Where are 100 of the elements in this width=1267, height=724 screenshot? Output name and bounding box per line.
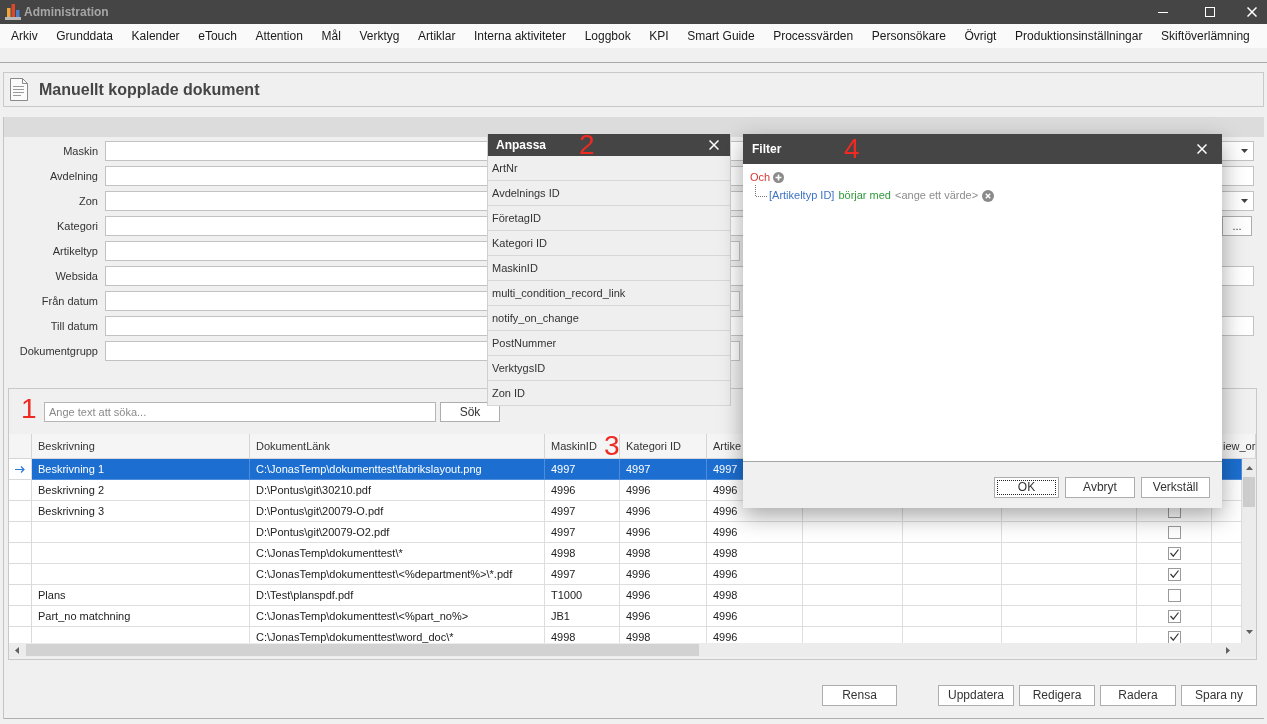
scroll-down-icon[interactable] (1245, 630, 1253, 634)
column-chooser-item[interactable]: PostNummer (488, 331, 730, 356)
form-label: Websida (55, 268, 98, 284)
column-chooser-item[interactable]: ArtNr (488, 156, 730, 181)
scrollbar-thumb[interactable] (26, 644, 699, 656)
form-label: Avdelning (49, 168, 98, 184)
action-button[interactable]: Verkställ (1141, 476, 1210, 498)
checkbox[interactable] (1167, 588, 1181, 602)
document-icon (10, 78, 28, 101)
menu-item[interactable]: Loggbok (580, 27, 635, 45)
close-icon (1246, 7, 1257, 17)
action-button[interactable]: OK (994, 476, 1059, 498)
table-row[interactable]: C:\JonasTemp\dokumenttest\* 4998 4998 4998 (9, 543, 1242, 564)
table-row[interactable]: Part_no matchning C:\JonasTemp\dokumenttest\<%part_no%> JB1 4996 4996 (9, 606, 1242, 627)
menu-item[interactable]: Mål (317, 27, 345, 45)
check-icon (1169, 570, 1179, 578)
table-row[interactable]: D:\Pontus\git\20079-O2.pdf 4997 4996 4996 (9, 522, 1242, 543)
menu-item[interactable]: Grunddata (52, 27, 117, 45)
add-icon[interactable] (773, 172, 785, 183)
action-button[interactable]: Avbryt (1065, 476, 1135, 498)
menu-item[interactable]: Processvärden (769, 27, 858, 45)
menu-item[interactable]: Verktyg (355, 27, 404, 45)
menu-item[interactable]: Produktionsinställningar (1011, 27, 1147, 45)
table-row[interactable]: C:\JonasTemp\dokumenttest\word_doc\* 4998 4998 4996 (9, 627, 1242, 643)
column-chooser-item[interactable]: notify_on_change (488, 306, 730, 331)
search-button[interactable]: Sök (440, 402, 500, 422)
menu-item[interactable]: Skiftöverlämning (1157, 27, 1254, 45)
window-title: Administration (24, 4, 109, 21)
scroll-left-icon[interactable] (15, 646, 19, 654)
column-chooser-item[interactable]: multi_condition_record_link (488, 281, 730, 306)
filter-field[interactable]: [Artikeltyp ID] (769, 189, 835, 202)
column-chooser-item[interactable]: MaskinID (488, 256, 730, 281)
checkbox[interactable] (1167, 546, 1181, 560)
table-row[interactable]: Plans D:\Test\planspdf.pdf T1000 4996 4998 (9, 585, 1242, 606)
scroll-right-icon[interactable] (1226, 646, 1230, 654)
form-label: Från datum (41, 293, 98, 309)
menu-item[interactable]: Attention (251, 27, 307, 45)
action-button[interactable]: Radera (1100, 684, 1176, 706)
dialog-title: Filter (752, 141, 782, 158)
filter-operator[interactable]: Och (750, 171, 771, 184)
dialog-title: Anpassa (496, 137, 547, 154)
column-chooser-item[interactable]: VerktygsID (488, 356, 730, 381)
form-label: Zon (79, 193, 98, 209)
column-header[interactable]: Kategori ID (620, 434, 707, 459)
menu-item[interactable]: Artiklar (414, 27, 460, 45)
menu-item[interactable]: Övrigt (960, 27, 1001, 45)
column-chooser-item[interactable]: Avdelnings ID (488, 181, 730, 206)
menu-item[interactable]: Smart Guide (683, 27, 759, 45)
close-button[interactable] (1195, 142, 1209, 156)
action-button[interactable]: Rensa (822, 684, 897, 706)
scroll-up-icon[interactable] (1245, 465, 1253, 470)
form-label: Kategori (57, 218, 98, 234)
close-button[interactable] (707, 138, 721, 152)
checkbox[interactable] (1167, 567, 1181, 581)
search-field[interactable]: Ange text att söka... (44, 402, 436, 422)
caret-icon (1241, 199, 1248, 203)
browse-button[interactable]: ... (1222, 216, 1252, 236)
remove-icon[interactable] (982, 189, 995, 202)
tree-connector (755, 185, 768, 197)
checkbox[interactable] (1167, 609, 1181, 623)
scrollbar-thumb[interactable] (1243, 477, 1255, 507)
checkbox[interactable] (1167, 525, 1181, 539)
menu-item[interactable]: eTouch (194, 27, 241, 45)
filter-value[interactable]: <ange ett värde> (895, 189, 979, 202)
action-button[interactable]: Redigera (1019, 684, 1095, 706)
menu-item[interactable]: KPI (645, 27, 673, 45)
check-icon (1169, 633, 1179, 641)
column-header[interactable]: DokumentLänk (250, 434, 545, 459)
annotation-number: 3 (604, 432, 620, 460)
vertical-scrollbar[interactable] (1242, 459, 1256, 643)
table-row[interactable]: C:\JonasTemp\dokumenttest\<%department%>\*.pdf 4997 4996 4996 (9, 564, 1242, 585)
check-icon (1169, 549, 1179, 557)
annotation-number: 2 (579, 131, 595, 159)
app-icon (5, 4, 21, 20)
menu-item[interactable]: Kalender (127, 27, 184, 45)
page-title: Manuellt kopplade dokument (39, 79, 260, 100)
form-label: Artikeltyp (52, 243, 98, 259)
annotation-number: 4 (844, 135, 860, 163)
maximize-icon (1205, 7, 1215, 17)
form-label: Dokumentgrupp (19, 343, 98, 359)
column-chooser-item[interactable]: Kategori ID (488, 231, 730, 256)
check-icon (1169, 612, 1179, 620)
arrow-icon (15, 465, 25, 473)
checkbox[interactable] (1167, 630, 1181, 643)
menu-item[interactable]: Interna aktiviteter (470, 27, 571, 45)
column-header[interactable]: Beskrivning (32, 434, 250, 459)
column-chooser-item[interactable]: FöretagID (488, 206, 730, 231)
filter-operation[interactable]: börjar med (838, 189, 891, 202)
horizontal-scrollbar[interactable] (9, 643, 1256, 657)
close-icon (709, 140, 719, 150)
menu-item[interactable]: Arkiv (7, 27, 42, 45)
form-label: Till datum (50, 318, 98, 334)
annotation-number: 1 (21, 395, 37, 423)
action-button[interactable]: Uppdatera (938, 684, 1014, 706)
minimize-icon (1158, 11, 1168, 13)
menu-item[interactable]: Personsökare (867, 27, 950, 45)
form-label: Maskin (63, 143, 98, 159)
action-button[interactable]: Spara ny (1181, 684, 1257, 706)
column-chooser-item[interactable]: Zon ID (488, 381, 730, 406)
close-icon (1197, 144, 1207, 154)
